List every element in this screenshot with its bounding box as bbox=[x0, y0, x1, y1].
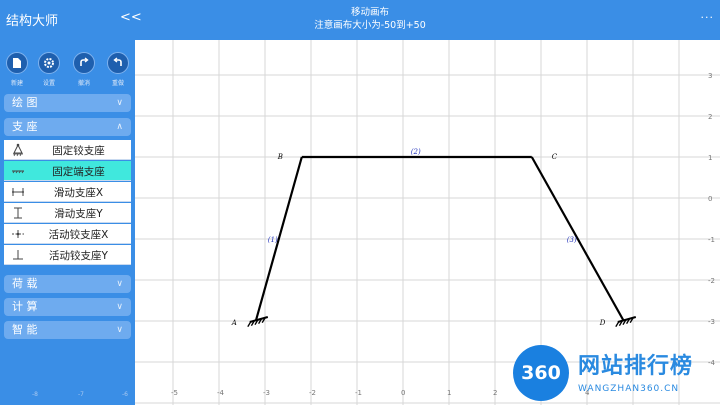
collapse-sidebar-button[interactable]: << bbox=[120, 10, 142, 25]
new-label: 新建 bbox=[10, 80, 23, 87]
node-label: A bbox=[231, 319, 237, 327]
supports-layer bbox=[247, 316, 637, 328]
mode-hint: 注意画布大小为-50到+50 bbox=[314, 20, 426, 31]
section-load-label: 荷 载 bbox=[12, 277, 38, 290]
more-menu-button[interactable]: ... bbox=[701, 8, 715, 21]
support-item-slide-x[interactable]: 滑动支座X bbox=[4, 182, 131, 202]
support-item-roller-x[interactable]: 活动铰支座X bbox=[4, 224, 131, 244]
mode-title-block: 移动画布 注意画布大小为-50到+50 bbox=[250, 6, 490, 32]
settings-button[interactable]: 设置 bbox=[34, 52, 64, 87]
undo-icon bbox=[73, 52, 95, 74]
section-draw[interactable]: 绘 图 ∨ bbox=[4, 94, 131, 112]
redo-icon bbox=[107, 52, 129, 74]
watermark-badge: 360 bbox=[513, 345, 569, 401]
support-item-label: 固定端支座 bbox=[52, 166, 105, 178]
chevron-up-icon: ∧ bbox=[116, 122, 123, 132]
support-item-fixed[interactable]: 固定端支座 bbox=[4, 161, 131, 181]
y-tick-label: 0 bbox=[708, 195, 712, 203]
top-bar: 结构大师 << 移动画布 注意画布大小为-50到+50 ... bbox=[0, 0, 720, 40]
watermark-url: WANGZHAN360.CN bbox=[578, 384, 680, 394]
member-label: (3) bbox=[567, 236, 577, 244]
support-item-label: 活动铰支座X bbox=[48, 229, 109, 241]
support-item-label: 活动铰支座Y bbox=[49, 250, 108, 262]
app-title: 结构大师 bbox=[6, 14, 59, 29]
section-compute-label: 计 算 bbox=[12, 300, 38, 313]
support-item-roller-y[interactable]: 活动铰支座Y bbox=[4, 245, 131, 265]
chevron-down-icon: ∨ bbox=[116, 302, 123, 312]
section-draw-label: 绘 图 bbox=[12, 96, 38, 109]
new-button[interactable]: 新建 bbox=[2, 52, 32, 87]
roller-x-icon bbox=[12, 230, 24, 238]
support-item-label: 固定铰支座 bbox=[52, 145, 105, 157]
section-support-label: 支 座 bbox=[12, 120, 38, 133]
chevron-down-icon: ∨ bbox=[116, 325, 123, 335]
slide-x-icon bbox=[12, 188, 24, 196]
x-tick-label: 1 bbox=[447, 389, 451, 397]
y-tick-label: -1 bbox=[708, 236, 715, 244]
chevron-down-icon: ∨ bbox=[116, 279, 123, 289]
settings-label: 设置 bbox=[42, 80, 55, 87]
x-tick-label: -4 bbox=[217, 389, 225, 397]
y-tick-label: 1 bbox=[708, 154, 712, 162]
fixed-support-hatch bbox=[615, 321, 620, 328]
roller-y-icon bbox=[13, 250, 23, 260]
hidden-tick: -7 bbox=[78, 391, 84, 398]
support-item-slide-y[interactable]: 滑动支座Y bbox=[4, 203, 131, 223]
y-tick-label: 2 bbox=[708, 113, 712, 121]
x-tick-label: 2 bbox=[493, 389, 497, 397]
support-item-label: 滑动支座X bbox=[53, 187, 104, 199]
y-tick-label: -4 bbox=[708, 359, 716, 367]
undo-button[interactable]: 撤消 bbox=[69, 52, 99, 87]
y-tick-label: 3 bbox=[708, 72, 712, 80]
node-labels: A B C D bbox=[231, 153, 606, 327]
member-label: (2) bbox=[411, 148, 421, 156]
support-item-label: 滑动支座Y bbox=[54, 208, 103, 220]
section-support[interactable]: 支 座 ∧ bbox=[4, 118, 131, 136]
fixed-support-icon bbox=[12, 170, 24, 174]
x-tick-label: -3 bbox=[263, 389, 270, 397]
redo-button[interactable]: 重做 bbox=[103, 52, 133, 87]
x-tick-label: -5 bbox=[171, 389, 178, 397]
support-item-pin[interactable]: 固定铰支座 bbox=[4, 140, 131, 160]
section-compute[interactable]: 计 算 ∨ bbox=[4, 298, 131, 316]
y-tick-label: -2 bbox=[708, 277, 715, 285]
chevron-down-icon: ∨ bbox=[116, 98, 123, 108]
y-tick-label: -3 bbox=[708, 318, 715, 326]
redo-label: 重做 bbox=[111, 80, 124, 87]
node-label: B bbox=[277, 153, 283, 161]
x-tick-label: 0 bbox=[401, 389, 405, 397]
gear-icon bbox=[38, 52, 60, 74]
sidebar: 新建 设置 撤消 重做 绘 图 ∨ 支 座 ∧ 固定铰支座 固定端支座 滑动支座… bbox=[0, 40, 135, 405]
member-label: (1) bbox=[268, 236, 278, 244]
section-load[interactable]: 荷 载 ∨ bbox=[4, 275, 131, 293]
section-smart[interactable]: 智 能 ∨ bbox=[4, 321, 131, 339]
pin-support-icon bbox=[13, 143, 23, 157]
node-label: D bbox=[599, 319, 606, 327]
section-smart-label: 智 能 bbox=[12, 323, 38, 336]
watermark-text: 网站排行榜 bbox=[578, 354, 694, 379]
x-tick-label: -1 bbox=[355, 389, 362, 397]
fixed-support-hatch bbox=[247, 321, 252, 328]
slide-y-icon bbox=[14, 207, 22, 219]
x-tick-label: -2 bbox=[309, 389, 316, 397]
new-file-icon bbox=[6, 52, 28, 74]
mode-title: 移动画布 bbox=[350, 7, 389, 18]
node-label: C bbox=[552, 153, 558, 161]
hidden-tick: -8 bbox=[32, 391, 38, 398]
hidden-tick: -6 bbox=[122, 391, 128, 398]
undo-label: 撤消 bbox=[77, 80, 90, 87]
